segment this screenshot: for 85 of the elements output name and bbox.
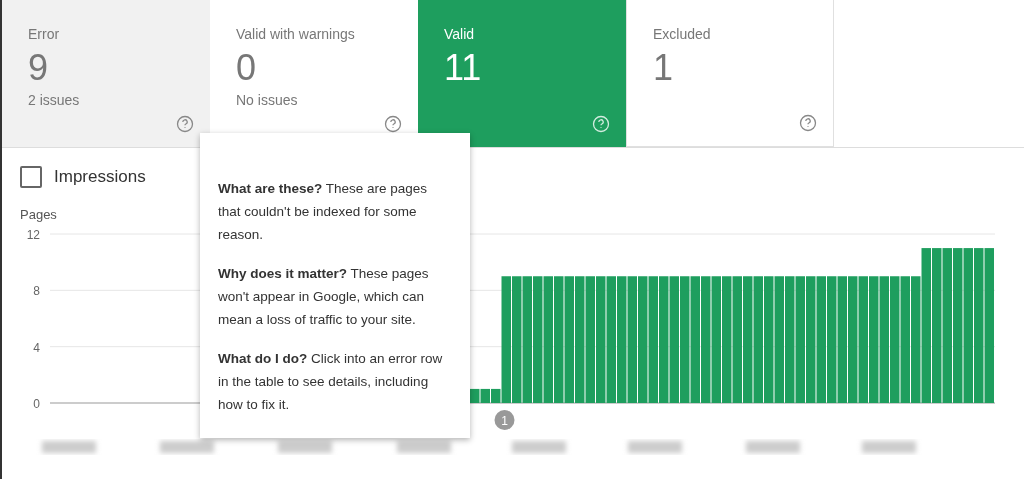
card-title: Valid with warnings bbox=[236, 26, 355, 42]
status-card[interactable]: Valid 11 bbox=[418, 0, 626, 147]
bar[interactable] bbox=[858, 276, 868, 403]
card-count: 9 bbox=[28, 48, 49, 88]
tooltip-paragraph: Why does it matter? These pages won't appear in Google, which can mean a loss of traffic to your site. bbox=[218, 265, 430, 329]
bar[interactable] bbox=[470, 388, 480, 403]
status-card[interactable]: Excluded 1 bbox=[626, 0, 834, 147]
card-subtitle: 2 issues bbox=[28, 92, 80, 108]
checkbox[interactable] bbox=[20, 166, 42, 188]
card-count: 0 bbox=[236, 48, 257, 88]
bar[interactable] bbox=[596, 276, 606, 403]
axis-title: Pages bbox=[20, 207, 57, 222]
blurred-label bbox=[628, 441, 682, 453]
bar[interactable] bbox=[491, 388, 501, 403]
bar[interactable] bbox=[533, 276, 543, 403]
bar[interactable] bbox=[890, 276, 900, 403]
blurred-label bbox=[746, 441, 800, 453]
blurred-label bbox=[512, 441, 566, 453]
bar[interactable] bbox=[732, 276, 742, 403]
help-icon[interactable] bbox=[799, 114, 817, 132]
bar[interactable] bbox=[963, 248, 973, 403]
bar[interactable] bbox=[617, 276, 627, 403]
bar[interactable] bbox=[900, 276, 910, 403]
blurred-label bbox=[160, 441, 214, 453]
bar[interactable] bbox=[953, 248, 963, 403]
bar[interactable] bbox=[575, 276, 585, 403]
annotation-marker[interactable]: 1 bbox=[494, 410, 515, 430]
bar[interactable] bbox=[911, 276, 921, 403]
card-title: Valid bbox=[444, 26, 475, 42]
bar[interactable] bbox=[795, 276, 805, 403]
axis-tick: 12 bbox=[26, 228, 40, 242]
bar[interactable] bbox=[869, 276, 879, 403]
legend-label: Impressions bbox=[54, 167, 146, 187]
bar[interactable] bbox=[543, 276, 553, 403]
bar[interactable] bbox=[480, 388, 490, 403]
bar[interactable] bbox=[774, 276, 784, 403]
bar[interactable] bbox=[764, 276, 774, 403]
axis-tick: 4 bbox=[33, 340, 40, 355]
bar[interactable] bbox=[785, 276, 795, 403]
axis-tick: 8 bbox=[33, 284, 40, 299]
bar[interactable] bbox=[921, 248, 931, 403]
bar[interactable] bbox=[816, 276, 826, 403]
bar[interactable] bbox=[512, 276, 522, 403]
tooltip-paragraph: What are these? These are pages that couldn't be indexed for some reason. bbox=[218, 180, 429, 244]
bar[interactable] bbox=[606, 276, 616, 403]
axis-tick: 0 bbox=[33, 397, 40, 411]
blurred-label bbox=[397, 441, 451, 453]
bar[interactable] bbox=[669, 276, 679, 403]
bar[interactable] bbox=[501, 276, 511, 403]
tooltip-paragraph: What do I do? Click into an error row in the table to see details, including how to fix it. bbox=[218, 350, 444, 414]
bar[interactable] bbox=[722, 276, 732, 403]
bar[interactable] bbox=[848, 276, 858, 403]
bar[interactable] bbox=[638, 276, 648, 403]
blurred-label bbox=[862, 441, 916, 453]
bar[interactable] bbox=[837, 276, 847, 403]
bar[interactable] bbox=[554, 276, 564, 403]
status-card[interactable]: Error 9 2 issues bbox=[2, 0, 210, 147]
bar[interactable] bbox=[753, 276, 763, 403]
card-title: Excluded bbox=[653, 26, 711, 42]
bar[interactable] bbox=[879, 276, 889, 403]
bar[interactable] bbox=[932, 248, 942, 403]
bar[interactable] bbox=[942, 248, 952, 403]
card-title: Error bbox=[28, 26, 60, 42]
card-count: 1 bbox=[653, 48, 674, 88]
bar[interactable] bbox=[690, 276, 700, 403]
bar[interactable] bbox=[974, 248, 984, 403]
help-icon[interactable] bbox=[384, 115, 402, 133]
card-count: 11 bbox=[444, 48, 482, 88]
blurred-label bbox=[42, 441, 96, 453]
bar[interactable] bbox=[659, 276, 669, 403]
help-icon[interactable] bbox=[176, 115, 194, 133]
bar[interactable] bbox=[585, 276, 595, 403]
bar[interactable] bbox=[564, 276, 574, 403]
bar[interactable] bbox=[701, 276, 711, 403]
bar[interactable] bbox=[984, 248, 994, 403]
bar[interactable] bbox=[806, 276, 816, 403]
bar[interactable] bbox=[627, 276, 637, 403]
bar[interactable] bbox=[711, 276, 721, 403]
bar[interactable] bbox=[648, 276, 658, 403]
blurred-label bbox=[278, 441, 332, 453]
bar[interactable] bbox=[522, 276, 532, 403]
bar[interactable] bbox=[827, 276, 837, 403]
bar[interactable] bbox=[680, 276, 690, 403]
card-subtitle: No issues bbox=[236, 92, 298, 108]
bar[interactable] bbox=[743, 276, 753, 403]
